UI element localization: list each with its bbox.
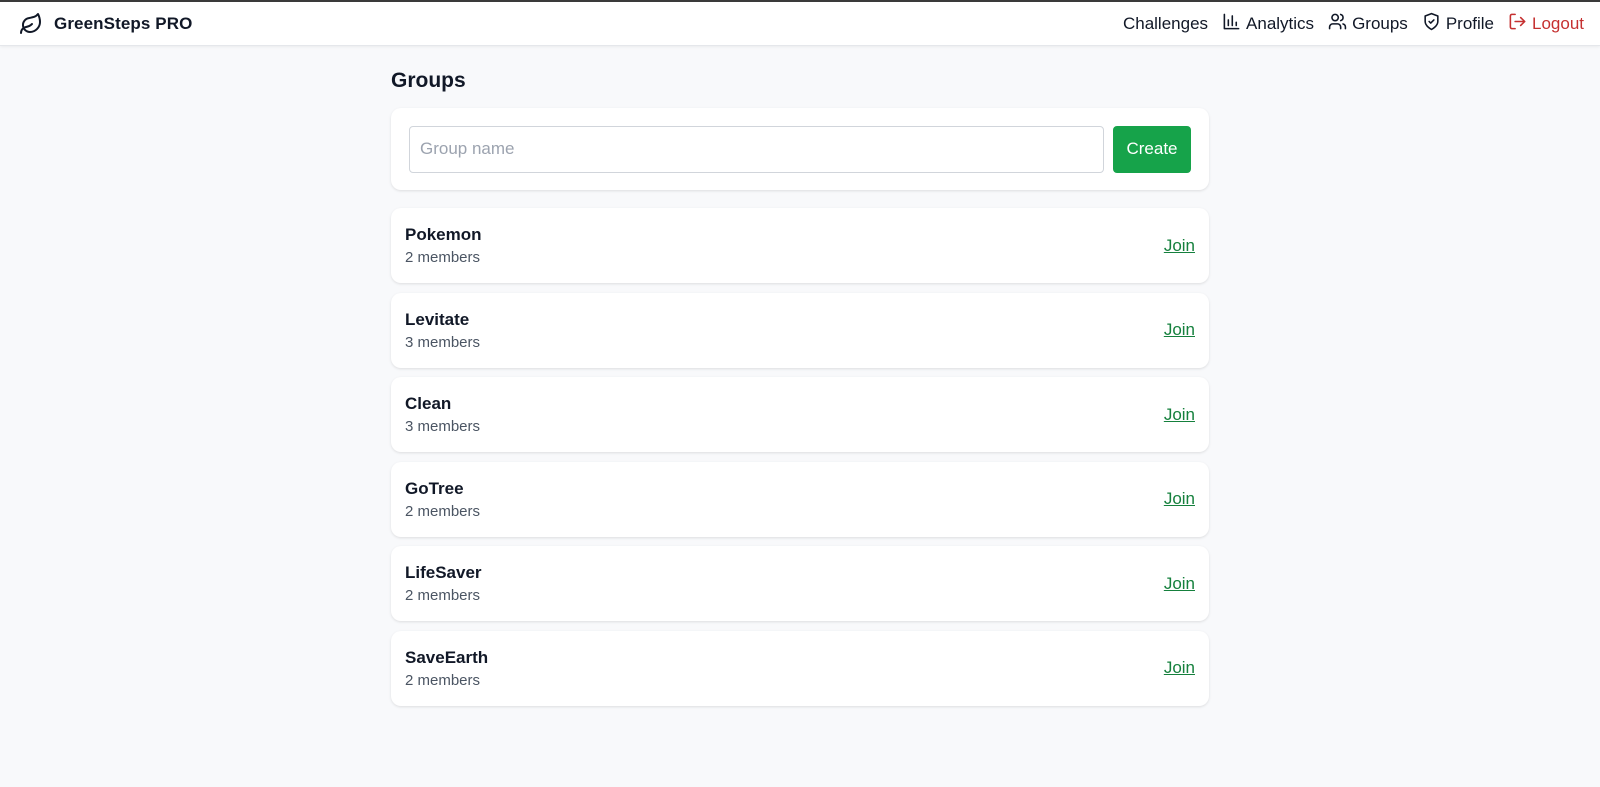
leaf-icon <box>18 11 44 37</box>
group-info: Pokemon 2 members <box>405 225 482 266</box>
group-name: Pokemon <box>405 225 482 244</box>
nav-profile-label: Profile <box>1445 13 1494 33</box>
group-info: LifeSaver 2 members <box>405 563 482 604</box>
nav-links: Challenges Analytics Groups Profile Logo… <box>1123 12 1584 36</box>
group-member-count: 2 members <box>405 502 481 520</box>
nav-profile[interactable]: Profile <box>1422 12 1494 36</box>
group-member-count: 2 members <box>405 249 481 266</box>
join-link[interactable]: Join <box>1164 320 1195 340</box>
nav-challenges-label: Challenges <box>1122 13 1209 33</box>
group-name: SaveEarth <box>405 647 489 667</box>
group-name: LifeSaver <box>405 563 482 582</box>
group-card: SaveEarth 2 members Join <box>391 630 1209 706</box>
group-list: Pokemon 2 members Join Levitate 3 member… <box>391 208 1209 706</box>
join-link[interactable]: Join <box>1164 405 1195 425</box>
page-title: Groups <box>391 69 466 92</box>
nav-analytics[interactable]: Analytics <box>1222 12 1314 36</box>
nav-logout[interactable]: Logout <box>1508 12 1584 36</box>
join-link[interactable]: Join <box>1164 236 1195 256</box>
create-button[interactable]: Create <box>1113 125 1191 173</box>
group-info: Levitate 3 members <box>405 310 480 351</box>
nav-challenges[interactable]: Challenges <box>1123 14 1208 34</box>
create-group-card: Create <box>391 108 1209 190</box>
group-card: LifeSaver 2 members Join <box>391 546 1209 621</box>
logout-icon <box>1508 12 1527 36</box>
group-info: Clean 3 members <box>405 394 480 435</box>
join-link[interactable]: Join <box>1164 574 1195 594</box>
group-member-count: 3 members <box>405 333 481 351</box>
users-icon <box>1328 12 1347 36</box>
group-name: GoTree <box>405 478 464 498</box>
top-navbar: GreenSteps PRO Challenges Analytics Grou… <box>0 0 1600 46</box>
group-card: Clean 3 members Join <box>391 377 1209 452</box>
join-link[interactable]: Join <box>1164 658 1195 678</box>
brand-title: GreenSteps PRO <box>54 13 193 33</box>
group-member-count: 2 members <box>405 587 481 604</box>
group-card: GoTree 2 members Join <box>391 461 1209 537</box>
group-member-count: 2 members <box>405 671 481 689</box>
main-content: Groups Create Pokemon 2 members Join Lev… <box>391 46 1209 715</box>
group-card: Levitate 3 members Join <box>391 292 1209 368</box>
group-name-input[interactable] <box>409 125 1104 173</box>
nav-analytics-label: Analytics <box>1246 13 1315 33</box>
group-member-count: 3 members <box>405 418 481 435</box>
group-info: SaveEarth 2 members <box>405 648 488 689</box>
nav-groups[interactable]: Groups <box>1328 12 1408 36</box>
group-name: Clean <box>405 394 452 413</box>
group-card: Pokemon 2 members Join <box>391 208 1209 283</box>
shield-icon <box>1422 12 1441 36</box>
group-name: Levitate <box>405 309 470 329</box>
bar-chart-icon <box>1222 12 1241 36</box>
join-link[interactable]: Join <box>1164 489 1195 509</box>
nav-groups-label: Groups <box>1352 13 1408 33</box>
nav-logout-label: Logout <box>1532 13 1584 33</box>
group-info: GoTree 2 members <box>405 479 480 520</box>
brand[interactable]: GreenSteps PRO <box>18 11 192 37</box>
